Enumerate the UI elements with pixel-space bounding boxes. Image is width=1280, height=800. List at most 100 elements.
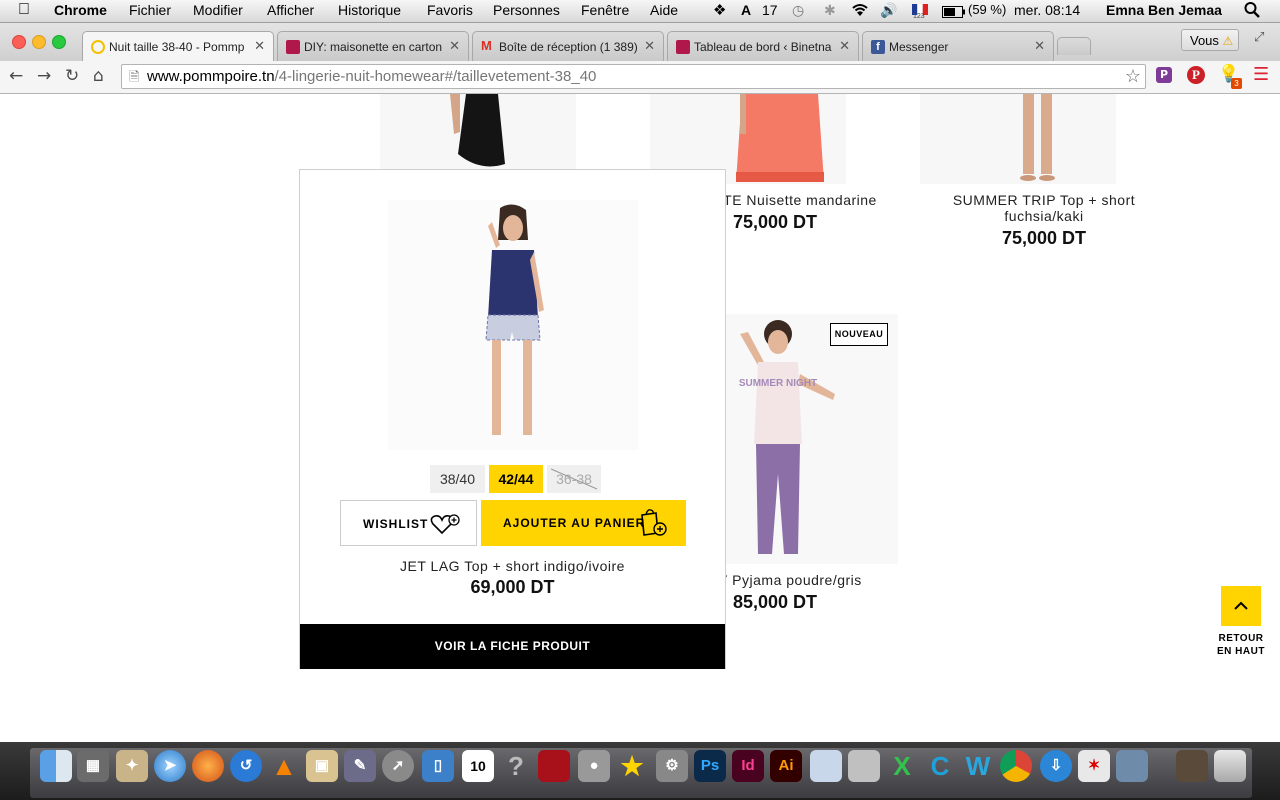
tab-binetna[interactable]: Tableau de bord ‹ Binetna ✕ xyxy=(667,31,859,61)
pyjama-print-text: SUMMER NIGHT xyxy=(739,378,817,389)
photoshop-icon[interactable]: Ps xyxy=(694,750,726,782)
fullscreen-icon[interactable]: ⤢ xyxy=(1254,30,1264,45)
menu-historique[interactable]: Historique xyxy=(338,2,401,18)
home-button[interactable]: ⌂ xyxy=(93,66,104,86)
new-tab-button[interactable] xyxy=(1057,37,1091,55)
apple-menu-icon[interactable]:  xyxy=(18,1,30,19)
menubar-clock[interactable]: mer. 08:14 xyxy=(1014,2,1080,18)
illustrator-icon[interactable]: Ai xyxy=(770,750,802,782)
x-app-icon[interactable]: X xyxy=(886,750,918,782)
menu-aide[interactable]: Aide xyxy=(650,2,678,18)
menu-favoris[interactable]: Favoris xyxy=(427,2,473,18)
address-bar[interactable]: 🗎 www.pommpoire.tn/4-lingerie-nuit-homew… xyxy=(121,64,1146,89)
back-to-top-button[interactable] xyxy=(1221,586,1261,626)
imovie-star-icon[interactable]: ★ xyxy=(616,750,648,782)
product-image-black-dress[interactable] xyxy=(380,94,576,169)
preview-eagle-icon[interactable]: ✦ xyxy=(116,750,148,782)
forward-button[interactable]: → xyxy=(37,66,51,86)
volume-icon[interactable]: 🔊 xyxy=(880,2,897,19)
zoom-window-button[interactable] xyxy=(52,35,66,49)
adobe-count: 17 xyxy=(762,2,778,18)
menu-fichier[interactable]: Fichier xyxy=(129,2,171,18)
wifi-icon[interactable] xyxy=(850,2,870,21)
menu-personnes[interactable]: Personnes xyxy=(493,2,560,18)
warning-icon: ⚠ xyxy=(1222,34,1234,48)
indesign-icon[interactable]: Id xyxy=(732,750,764,782)
bookmark-star-icon[interactable]: ☆ xyxy=(1125,66,1141,87)
size-option-36-38[interactable]: 36-38 xyxy=(547,465,601,493)
menu-bar:  Chrome Fichier Modifier Afficher Histo… xyxy=(0,0,1280,23)
size-option-42-44[interactable]: 42/44 xyxy=(489,465,543,493)
bluetooth-icon[interactable]: ✱ xyxy=(824,2,836,19)
close-window-button[interactable] xyxy=(12,35,26,49)
adobe-icon[interactable]: A xyxy=(741,2,751,18)
product-name-summer-trip[interactable]: SUMMER TRIP Top + short fuchsia/kaki xyxy=(944,192,1144,224)
spotlight-search-icon[interactable] xyxy=(1244,1,1260,22)
pencil-app-icon[interactable]: ✎ xyxy=(344,750,376,782)
c-app-icon[interactable]: C xyxy=(924,750,956,782)
vlc-icon[interactable]: ▲ xyxy=(268,750,300,782)
tab-messenger[interactable]: f Messenger ✕ xyxy=(862,31,1054,61)
time-machine-icon[interactable]: ◷ xyxy=(792,2,804,19)
package-app-icon[interactable] xyxy=(810,750,842,782)
close-tab-icon[interactable]: ✕ xyxy=(1034,38,1045,54)
menu-afficher[interactable]: Afficher xyxy=(267,2,314,18)
tab-strip: Nuit taille 38-40 - Pommp ✕ DIY: maisone… xyxy=(0,23,1280,62)
reload-button[interactable]: ↻ xyxy=(65,66,79,86)
close-tab-icon[interactable]: ✕ xyxy=(839,38,850,54)
calendar-icon[interactable]: 10 xyxy=(462,750,494,782)
loading-favicon-icon xyxy=(91,40,105,54)
stack-folder-icon[interactable] xyxy=(1176,750,1208,782)
launchpad-icon[interactable]: ➚ xyxy=(382,750,414,782)
menu-modifier[interactable]: Modifier xyxy=(193,2,243,18)
tab-title: Nuit taille 38-40 - Pommp xyxy=(109,40,245,54)
menubar-user[interactable]: Emna Ben Jemaa xyxy=(1106,2,1222,18)
wishlist-button[interactable]: WISHLIST xyxy=(340,500,477,546)
pinterest-icon[interactable]: P xyxy=(1187,66,1205,84)
tab-gmail[interactable]: M Boîte de réception (1 389) ✕ xyxy=(472,31,664,61)
satellite-app-icon[interactable] xyxy=(848,750,880,782)
menu-fenetre[interactable]: Fenêtre xyxy=(581,2,629,18)
close-tab-icon[interactable]: ✕ xyxy=(254,38,265,54)
close-tab-icon[interactable]: ✕ xyxy=(449,38,460,54)
safari-icon[interactable]: ➤ xyxy=(154,750,186,782)
profile-button[interactable]: Vous ⚠ xyxy=(1181,29,1239,51)
charts-app-icon[interactable]: ▯ xyxy=(422,750,454,782)
product-image-pyjama-poudre[interactable]: SUMMER NIGHT xyxy=(700,314,898,564)
product-image-summer-trip[interactable] xyxy=(920,94,1116,184)
tab-diy[interactable]: DIY: maisonette en carton ✕ xyxy=(277,31,469,61)
battery-icon[interactable] xyxy=(942,5,966,21)
back-to-top-label[interactable]: RETOUR EN HAUT xyxy=(1206,632,1276,658)
menu-app-name[interactable]: Chrome xyxy=(54,2,107,18)
keynote-icon[interactable]: ▣ xyxy=(306,750,338,782)
size-option-38-40[interactable]: 38/40 xyxy=(430,465,485,493)
finder-icon[interactable] xyxy=(40,750,72,782)
w-app-icon[interactable]: W xyxy=(962,750,994,782)
minimize-window-button[interactable] xyxy=(32,35,46,49)
trash-icon[interactable] xyxy=(1214,750,1246,782)
add-to-cart-button[interactable]: AJOUTER AU PANIER xyxy=(481,500,686,546)
photo-app-icon[interactable]: ● xyxy=(578,750,610,782)
dashboard-icon[interactable]: ▦ xyxy=(77,750,109,782)
acrobat-icon[interactable]: ✶ xyxy=(1078,750,1110,782)
heart-plus-icon xyxy=(430,514,460,535)
extension-icon[interactable]: P xyxy=(1156,67,1172,83)
sync-icon[interactable]: ↺ xyxy=(230,750,262,782)
back-button[interactable]: ← xyxy=(9,66,23,86)
firefox-icon[interactable] xyxy=(192,750,224,782)
image-capture-icon[interactable] xyxy=(1116,750,1148,782)
chrome-dock-icon[interactable] xyxy=(1000,750,1032,782)
chrome-menu-icon[interactable]: ☰ xyxy=(1253,64,1269,85)
quickview-product-image[interactable] xyxy=(388,200,638,450)
dropbox-icon[interactable]: ❖ xyxy=(713,1,726,19)
view-product-page-button[interactable]: VOIR LA FICHE PRODUIT xyxy=(300,624,725,669)
wishlist-label: WISHLIST xyxy=(363,517,429,531)
add-to-cart-label: AJOUTER AU PANIER xyxy=(503,516,646,530)
download-icon[interactable]: ⇩ xyxy=(1040,750,1072,782)
input-source-label: 123 xyxy=(913,13,925,20)
tab-pommpoire[interactable]: Nuit taille 38-40 - Pommp ✕ xyxy=(82,31,274,62)
system-preferences-icon[interactable]: ⚙ xyxy=(656,750,688,782)
theater-app-icon[interactable] xyxy=(538,750,570,782)
help-question-icon[interactable]: ? xyxy=(500,750,532,782)
close-tab-icon[interactable]: ✕ xyxy=(644,38,655,54)
